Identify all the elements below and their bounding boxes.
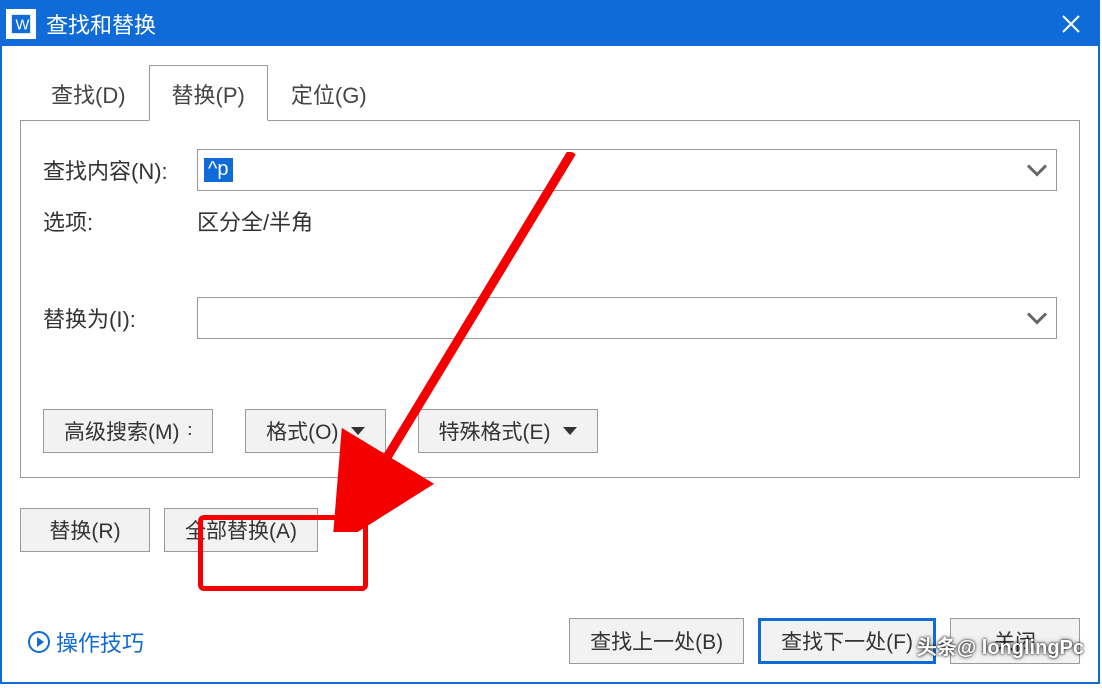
format-label: 格式(O) [266, 416, 338, 446]
tabs: 查找(D) 替换(P) 定位(G) [28, 64, 1080, 120]
caret-down-icon [563, 427, 577, 435]
toolbar: 高级搜索(M) ∶ 格式(O) 特殊格式(E) [43, 409, 1057, 453]
chevron-down-icon[interactable] [1022, 155, 1052, 185]
find-input-value: ^p [204, 158, 233, 182]
action-buttons-left: 替换(R) 全部替换(A) [20, 508, 1080, 552]
special-format-button[interactable]: 特殊格式(E) [418, 409, 598, 453]
find-prev-button[interactable]: 查找上一处(B) [569, 618, 744, 664]
advanced-search-label: 高级搜索(M) [64, 416, 179, 446]
options-label: 选项: [43, 205, 197, 237]
dialog-window: W 查找和替换 查找(D) 替换(P) 定位(G) 查找内容(N): ^p [0, 0, 1100, 684]
window-title: 查找和替换 [46, 8, 156, 40]
close-button[interactable]: 关闭 [950, 618, 1080, 664]
tab-goto[interactable]: 定位(G) [268, 65, 390, 121]
bottom-bar: 查找上一处(B) 查找下一处(F) 关闭 [2, 618, 1098, 664]
titlebar: W 查找和替换 [2, 2, 1098, 46]
caret-down-icon [351, 427, 365, 435]
app-icon: W [6, 9, 36, 39]
dialog-content: 查找(D) 替换(P) 定位(G) 查找内容(N): ^p 选项: 区分全/半角… [2, 46, 1098, 560]
chevron-down-icon[interactable] [1022, 303, 1052, 333]
tab-replace[interactable]: 替换(P) [149, 65, 268, 121]
find-next-button[interactable]: 查找下一处(F) [758, 618, 936, 664]
find-input[interactable]: ^p [197, 149, 1057, 191]
find-label: 查找内容(N): [43, 154, 197, 186]
options-value: 区分全/半角 [197, 205, 313, 237]
replace-input[interactable] [197, 297, 1057, 339]
tab-panel-replace: 查找内容(N): ^p 选项: 区分全/半角 替换为(I): [20, 120, 1080, 478]
format-button[interactable]: 格式(O) [245, 409, 385, 453]
close-icon[interactable] [1044, 2, 1098, 46]
advanced-search-button[interactable]: 高级搜索(M) ∶ [43, 409, 213, 453]
replace-all-button[interactable]: 全部替换(A) [164, 508, 318, 552]
options-row: 选项: 区分全/半角 [43, 205, 1057, 237]
dot-icon: ∶ [187, 421, 192, 442]
tab-find[interactable]: 查找(D) [28, 65, 149, 121]
replace-row: 替换为(I): [43, 297, 1057, 339]
svg-text:W: W [16, 18, 30, 34]
replace-button[interactable]: 替换(R) [20, 508, 150, 552]
special-format-label: 特殊格式(E) [439, 416, 551, 446]
replace-label: 替换为(I): [43, 302, 197, 334]
find-row: 查找内容(N): ^p [43, 149, 1057, 191]
